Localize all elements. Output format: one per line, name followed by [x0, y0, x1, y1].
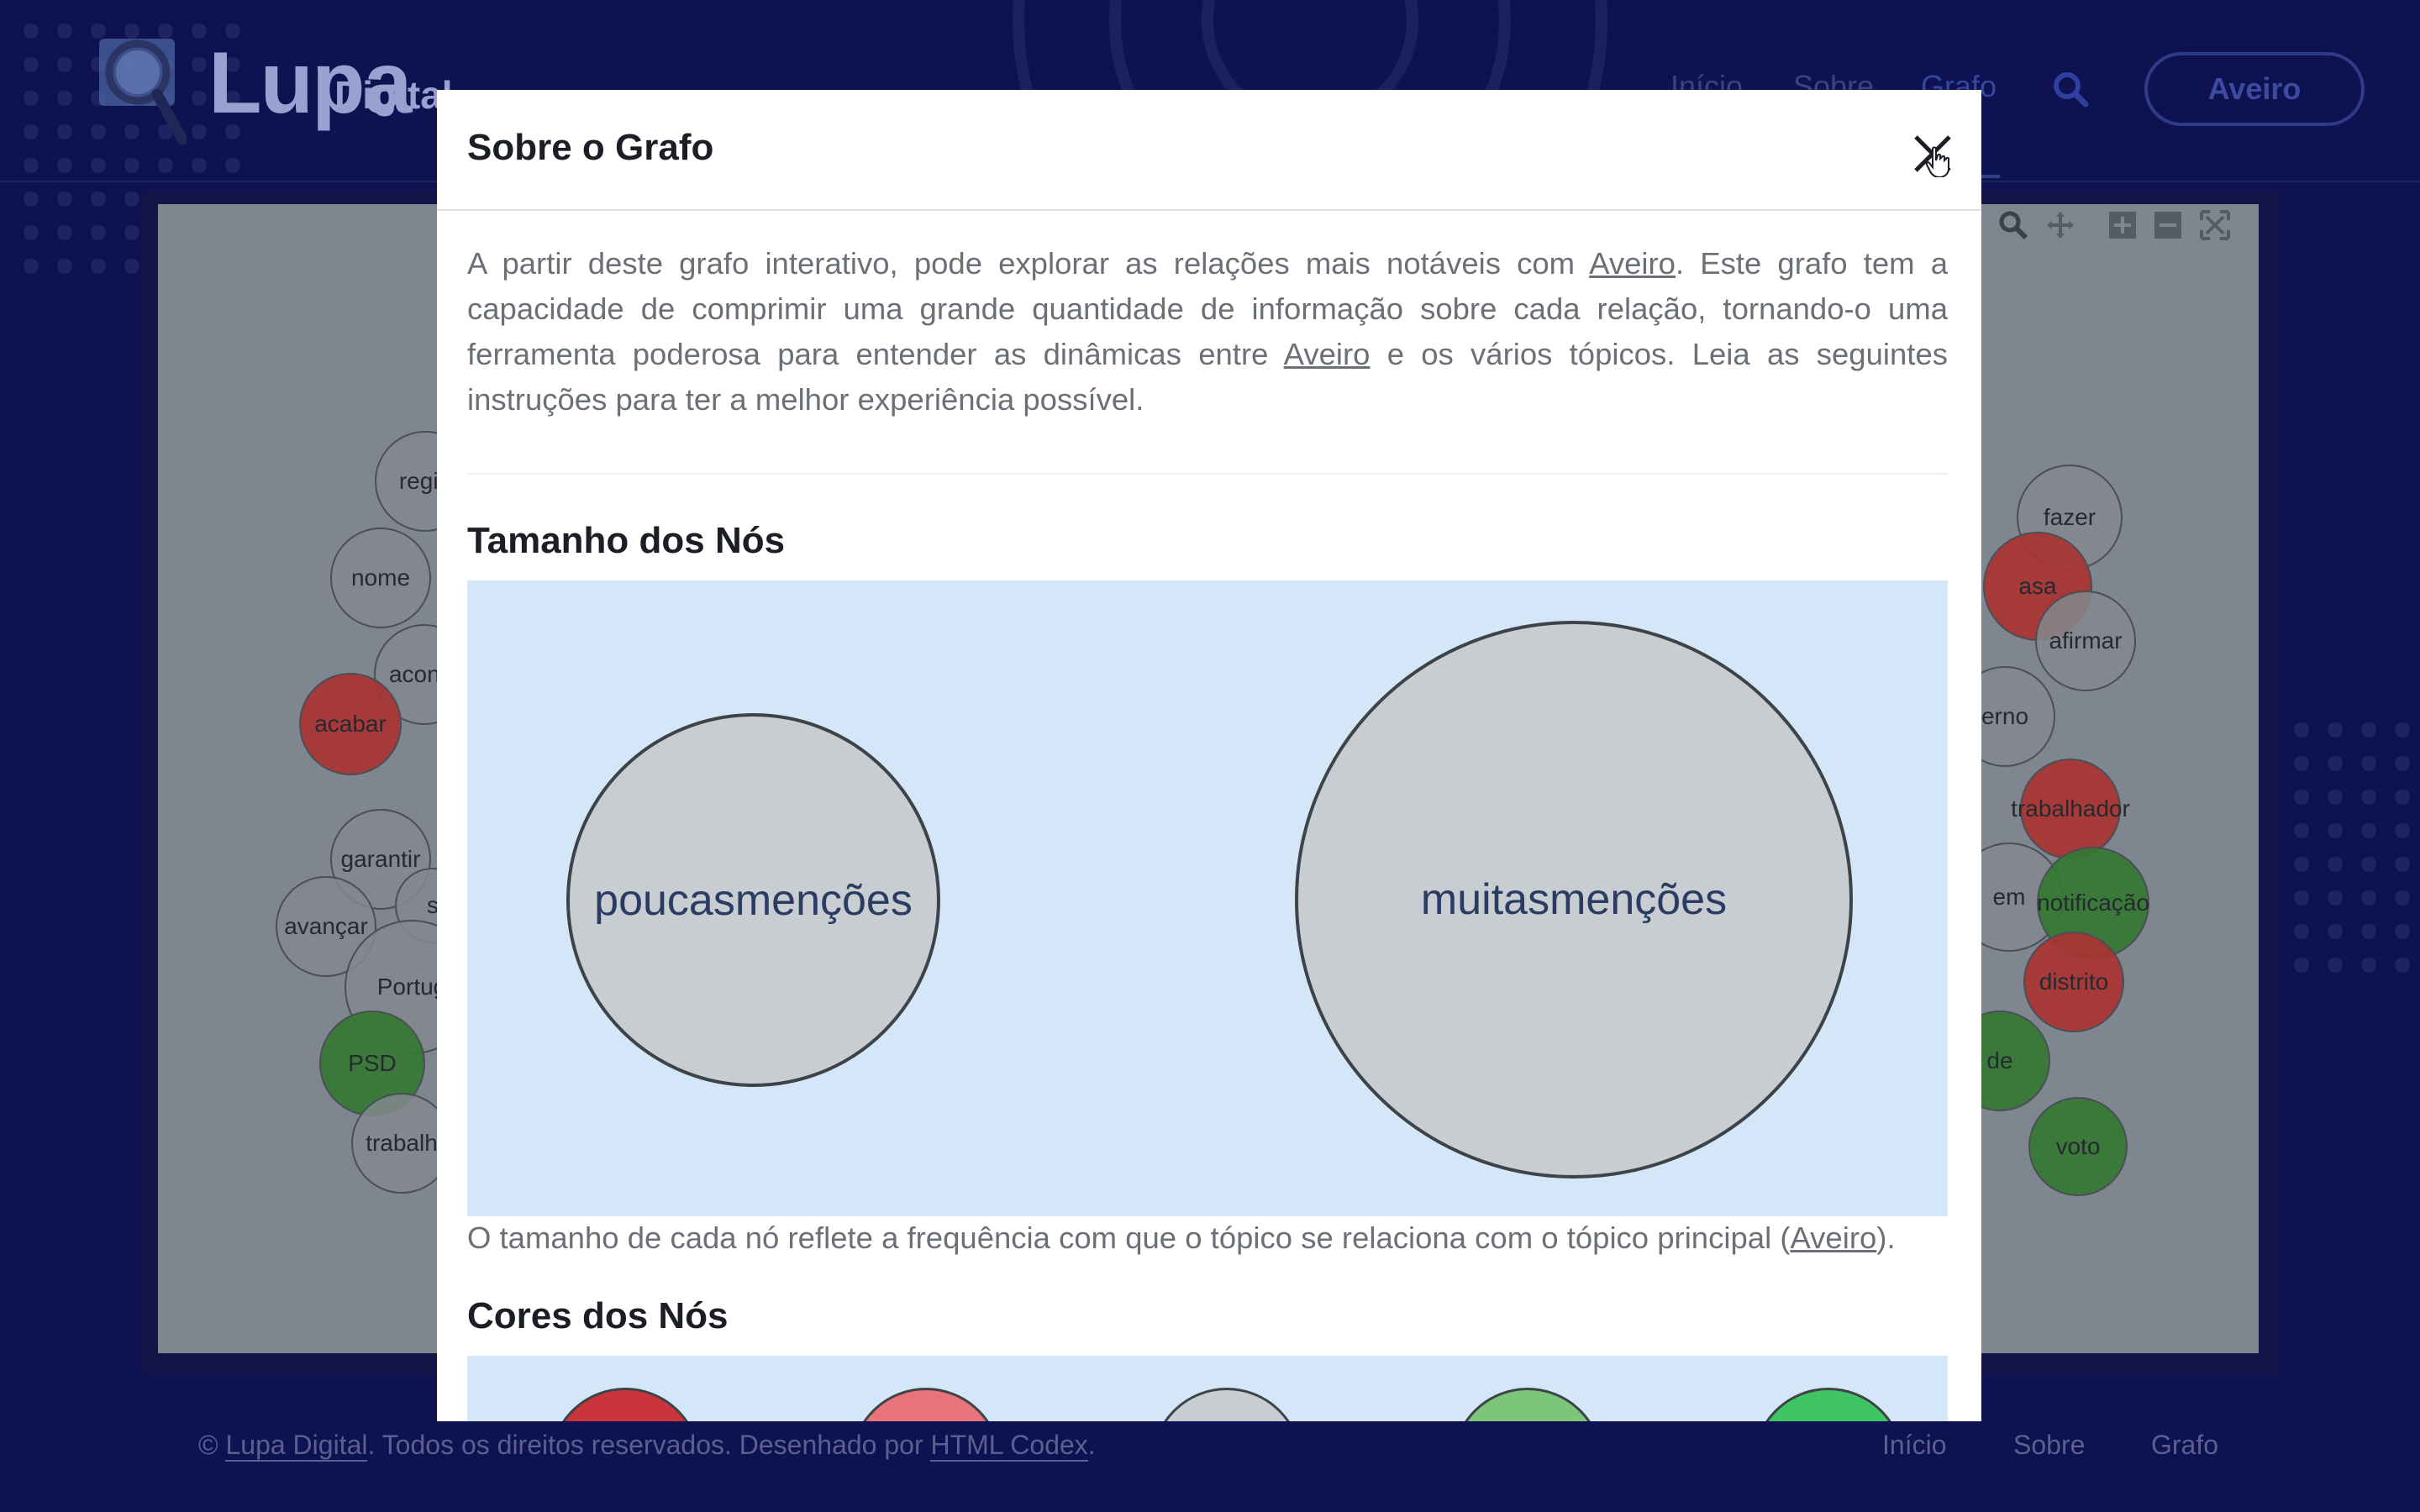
- intro-topic-link-2[interactable]: Aveiro: [1284, 337, 1370, 371]
- color-swatch-node: [1452, 1388, 1603, 1421]
- caption-topic-link[interactable]: Aveiro: [1790, 1221, 1876, 1255]
- illus-word: menções: [734, 875, 913, 925]
- illus-word: muitas: [1420, 875, 1550, 924]
- about-graph-modal: Sobre o Grafo A partir deste grafo inter…: [437, 90, 1981, 1421]
- intro-topic-link-1[interactable]: Aveiro: [1589, 246, 1676, 281]
- large-node-example: muitas menções: [1295, 621, 1853, 1179]
- node-color-title: Cores dos Nós: [467, 1295, 729, 1336]
- modal-header: Sobre o Grafo: [437, 90, 1981, 211]
- modal-intro-text: A partir deste grafo interativo, pode ex…: [467, 241, 1948, 423]
- modal-body: A partir deste grafo interativo, pode ex…: [467, 209, 1948, 1421]
- color-swatch-node: [1753, 1388, 1904, 1421]
- close-icon: [1914, 135, 1951, 179]
- node-color-illustration: [467, 1356, 1948, 1421]
- caption-part-1: O tamanho de cada nó reflete a frequênci…: [467, 1221, 1791, 1255]
- illus-word: menções: [1549, 875, 1728, 924]
- section-divider: [467, 473, 1948, 475]
- node-size-illustration: poucas menções muitas menções: [467, 580, 1948, 1216]
- illus-word: poucas: [594, 875, 735, 925]
- color-swatch-node: [1151, 1388, 1302, 1421]
- node-size-caption: O tamanho de cada nó reflete a frequênci…: [467, 1216, 1948, 1260]
- color-swatch-node: [550, 1388, 701, 1421]
- small-node-example: poucas menções: [566, 713, 940, 1087]
- intro-part-1: A partir deste grafo interativo, pode ex…: [467, 246, 1590, 281]
- modal-title: Sobre o Grafo: [467, 127, 714, 168]
- close-button[interactable]: [1909, 130, 1956, 179]
- node-size-title: Tamanho dos Nós: [467, 520, 786, 561]
- caption-part-2: ).: [1876, 1221, 1896, 1255]
- color-swatch-node: [850, 1388, 1002, 1421]
